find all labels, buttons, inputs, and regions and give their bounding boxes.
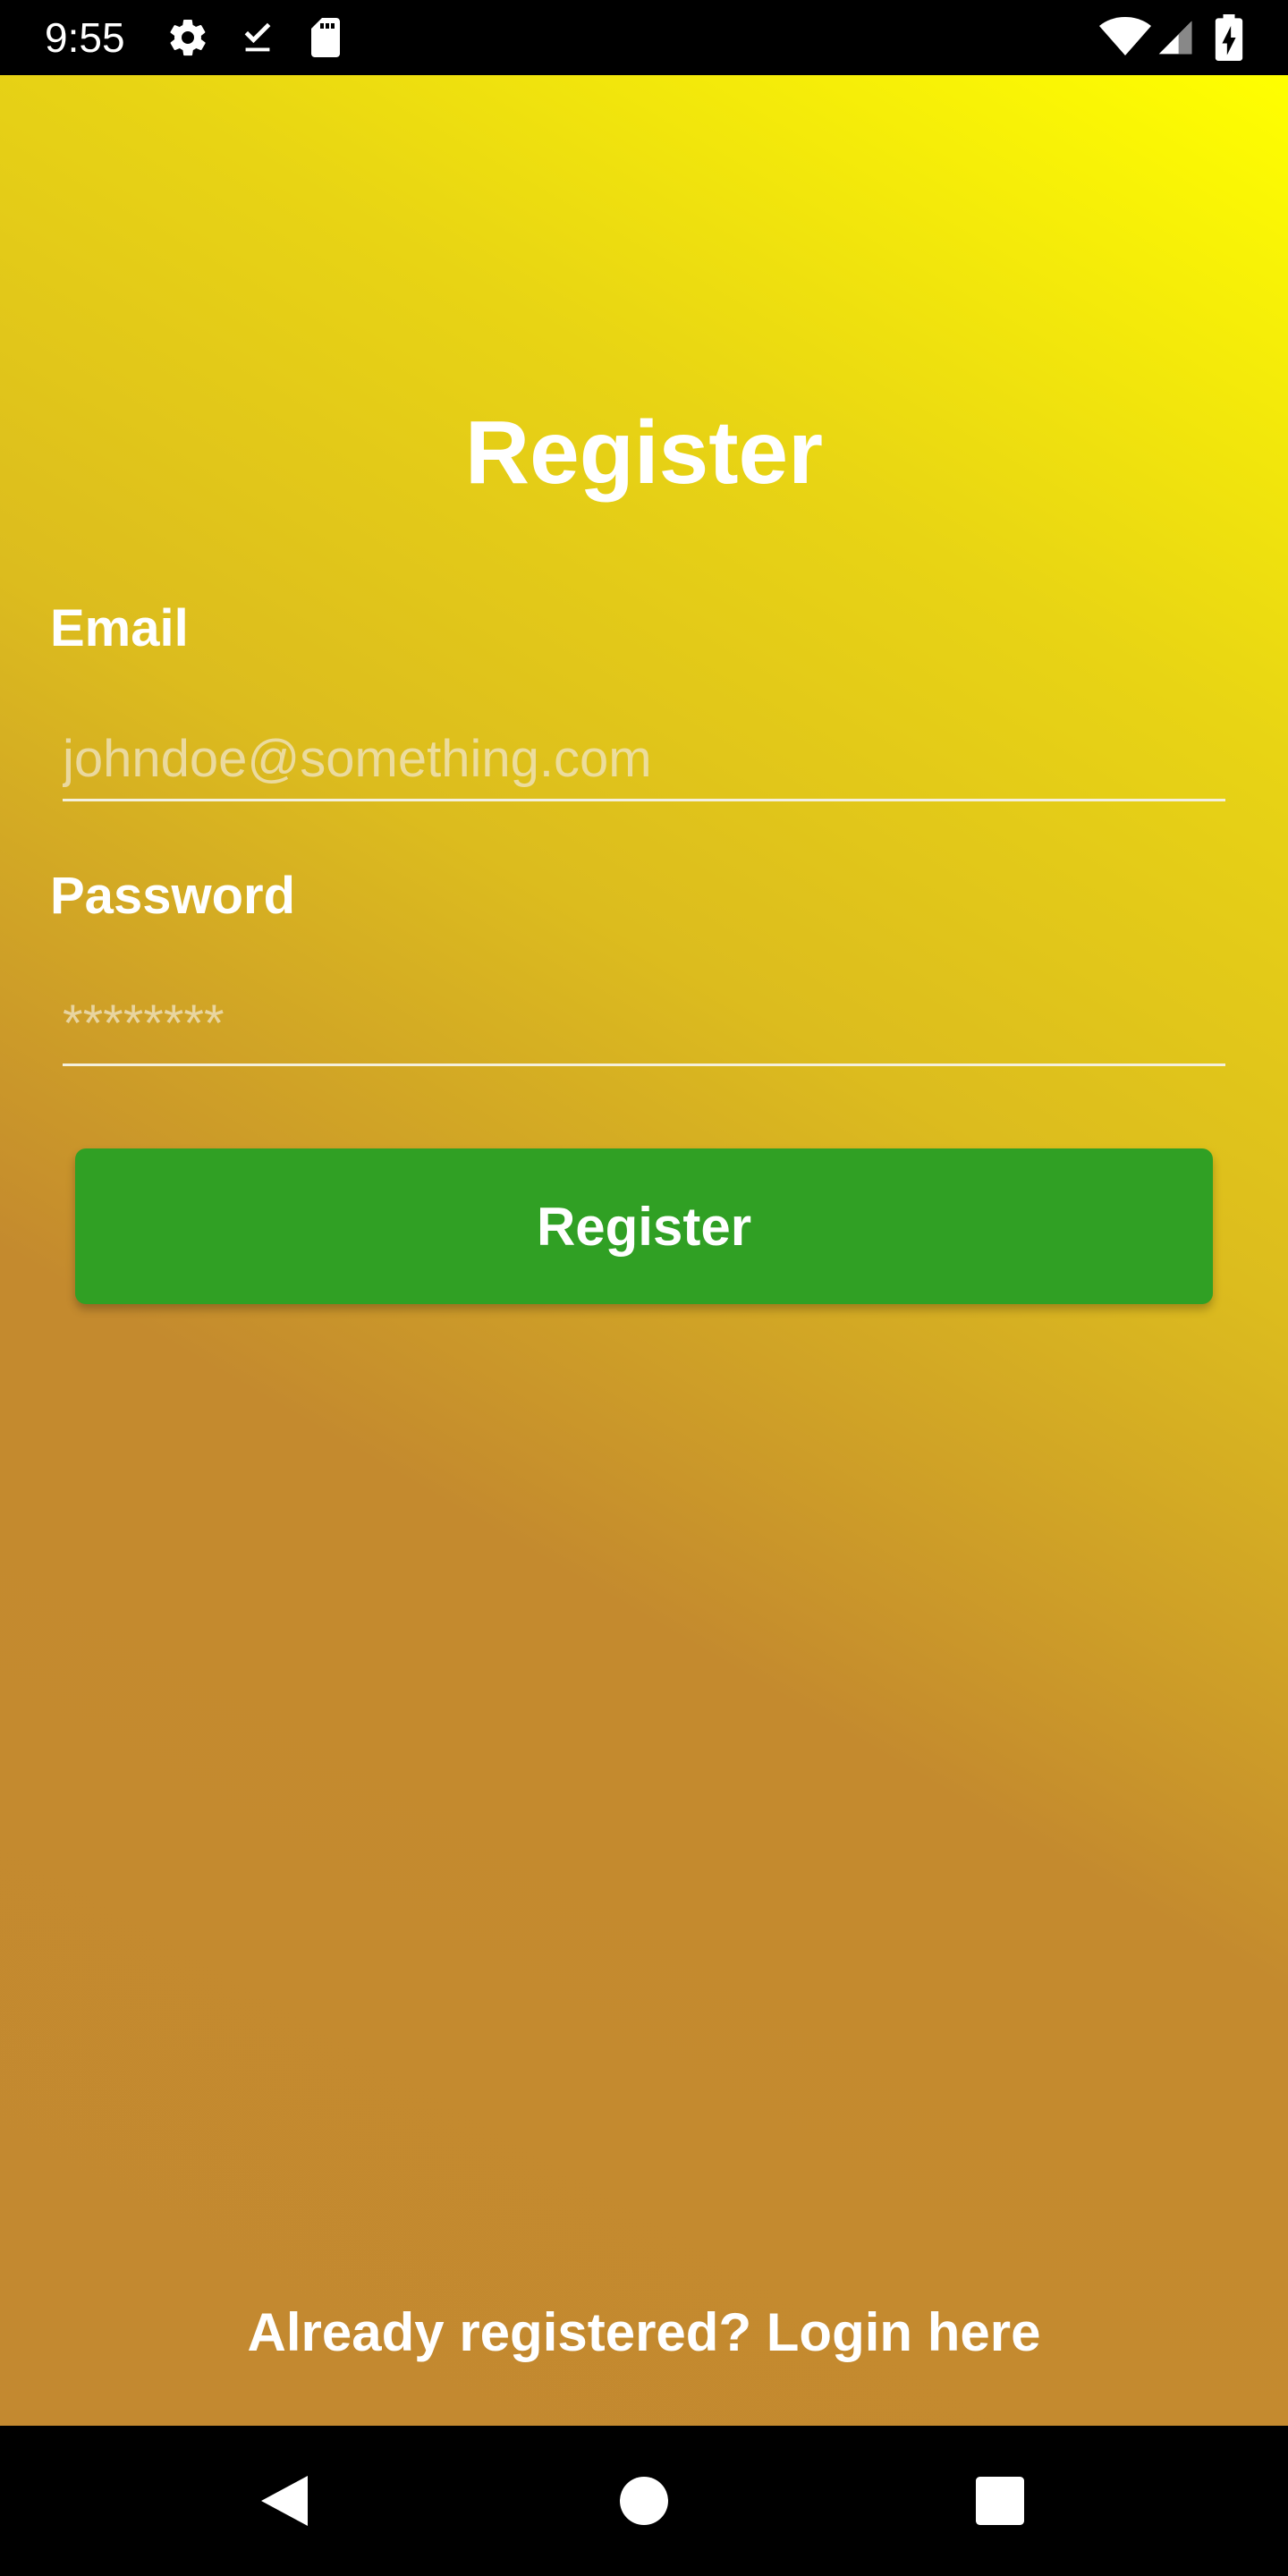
register-screen: Register Email Password Register Already… [0,75,1288,2426]
back-icon[interactable] [249,2465,320,2537]
status-bar: 9:55 [0,0,1288,75]
download-done-icon [234,16,281,59]
cell-signal-icon [1154,16,1197,59]
status-time: 9:55 [45,14,125,61]
page-title: Register [464,402,824,503]
phone-screen: 9:55 Register Email Password Register Al… [0,0,1288,2576]
gear-icon [165,16,211,59]
email-field[interactable] [63,719,1225,801]
email-label: Email [50,599,189,657]
wifi-icon [1097,16,1154,59]
home-icon[interactable] [608,2465,680,2537]
login-link[interactable]: Already registered? Login here [0,2297,1288,2368]
sd-card-icon [302,16,349,59]
navigation-bar [0,2426,1288,2576]
password-field[interactable] [63,984,1225,1066]
recents-icon[interactable] [964,2465,1036,2537]
password-label: Password [50,867,295,925]
register-button[interactable]: Register [75,1148,1213,1304]
battery-charging-icon [1211,14,1247,61]
